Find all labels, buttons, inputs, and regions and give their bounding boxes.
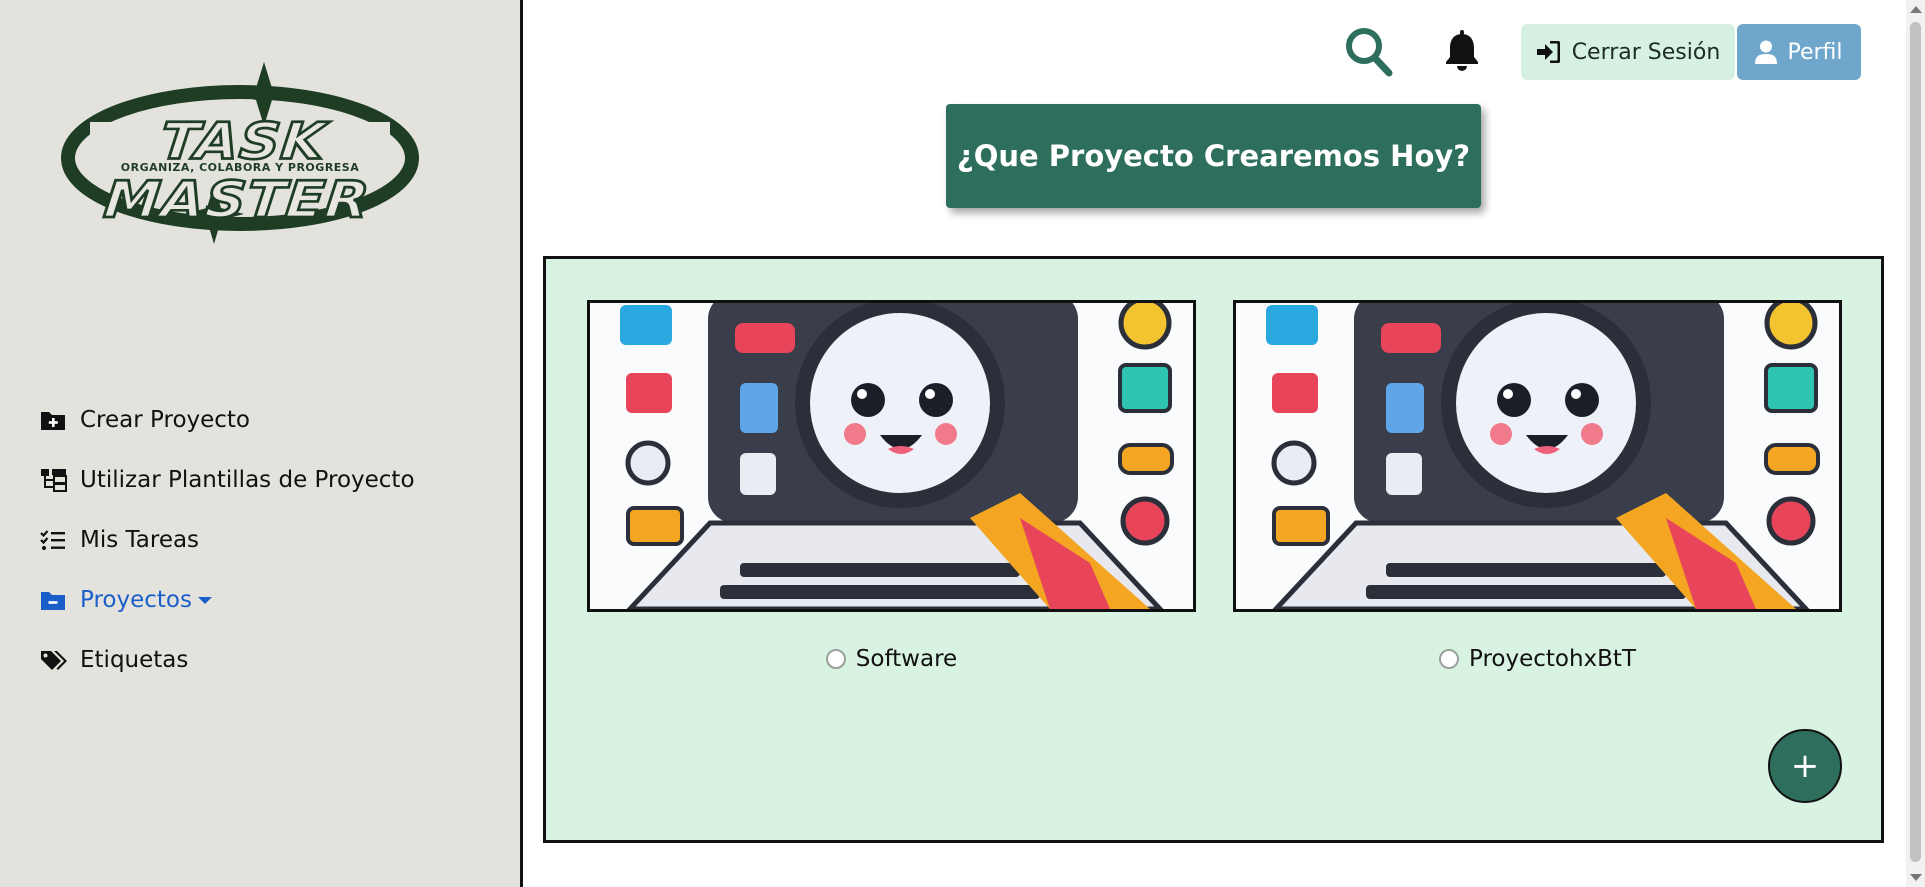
- sidebar-nav: Crear Proyecto Utilizar Plantillas de Pr…: [40, 390, 415, 690]
- project-card[interactable]: Software: [587, 300, 1196, 672]
- magnifier-mascot-illustration: [590, 303, 1193, 609]
- list-check-icon: [40, 527, 70, 553]
- search-button[interactable]: [1344, 26, 1394, 78]
- notifications-button[interactable]: [1444, 30, 1480, 72]
- sidebar-item-label: Mis Tareas: [80, 527, 200, 553]
- folder-minus-icon: [40, 587, 70, 613]
- projects-panel: Software ProyectohxBtT +: [543, 256, 1884, 843]
- folder-plus-icon: [40, 407, 70, 433]
- sidebar-item-plantillas[interactable]: Utilizar Plantillas de Proyecto: [40, 450, 415, 510]
- chevron-down-icon[interactable]: [197, 596, 212, 604]
- search-icon: [1346, 28, 1393, 77]
- project-radio[interactable]: [1438, 649, 1459, 669]
- task-master-logo[interactable]: TASK MASTER ORGANIZA, COLABORA Y PROGRES…: [30, 62, 450, 247]
- sign-in-icon: [1536, 41, 1560, 63]
- project-card[interactable]: ProyectohxBtT: [1233, 300, 1842, 672]
- sitemap-icon: [40, 467, 70, 493]
- sidebar-item-proyectos[interactable]: Proyectos: [40, 570, 415, 630]
- bell-icon: [1446, 30, 1478, 71]
- project-thumbnail[interactable]: [1233, 300, 1842, 612]
- page-scrollbar[interactable]: [1906, 0, 1925, 887]
- scroll-up-icon[interactable]: [1910, 6, 1922, 13]
- tags-icon: [40, 647, 70, 673]
- sidebar-item-crear-proyecto[interactable]: Crear Proyecto: [40, 390, 415, 450]
- logout-button[interactable]: Cerrar Sesión: [1521, 24, 1735, 80]
- create-project-hero-button[interactable]: ¿Que Proyecto Crearemos Hoy?: [946, 104, 1481, 208]
- magnifier-mascot-illustration: [1236, 303, 1839, 609]
- project-label: ProyectohxBtT: [1233, 646, 1842, 672]
- project-name: ProyectohxBtT: [1468, 646, 1637, 672]
- project-label: Software: [587, 646, 1196, 672]
- project-name: Software: [855, 646, 958, 672]
- sidebar: TASK MASTER ORGANIZA, COLABORA Y PROGRES…: [0, 0, 523, 887]
- sidebar-item-mis-tareas[interactable]: Mis Tareas: [40, 510, 415, 570]
- scroll-thumb[interactable]: [1910, 22, 1921, 862]
- sidebar-item-label: Utilizar Plantillas de Proyecto: [80, 467, 415, 493]
- logo-tagline: ORGANIZA, COLABORA Y PROGRESA: [120, 161, 360, 174]
- user-icon: [1755, 40, 1778, 64]
- sidebar-item-label: Etiquetas: [80, 647, 189, 673]
- profile-button[interactable]: Perfil: [1737, 24, 1861, 80]
- add-project-button[interactable]: +: [1768, 729, 1842, 803]
- project-radio[interactable]: [825, 649, 846, 669]
- sidebar-item-label: Proyectos: [80, 587, 192, 613]
- scroll-down-icon[interactable]: [1910, 874, 1922, 881]
- profile-label: Perfil: [1787, 39, 1843, 65]
- sidebar-item-etiquetas[interactable]: Etiquetas: [40, 630, 415, 690]
- project-thumbnail[interactable]: [587, 300, 1196, 612]
- logout-label: Cerrar Sesión: [1571, 39, 1721, 65]
- sidebar-item-label: Crear Proyecto: [80, 407, 251, 433]
